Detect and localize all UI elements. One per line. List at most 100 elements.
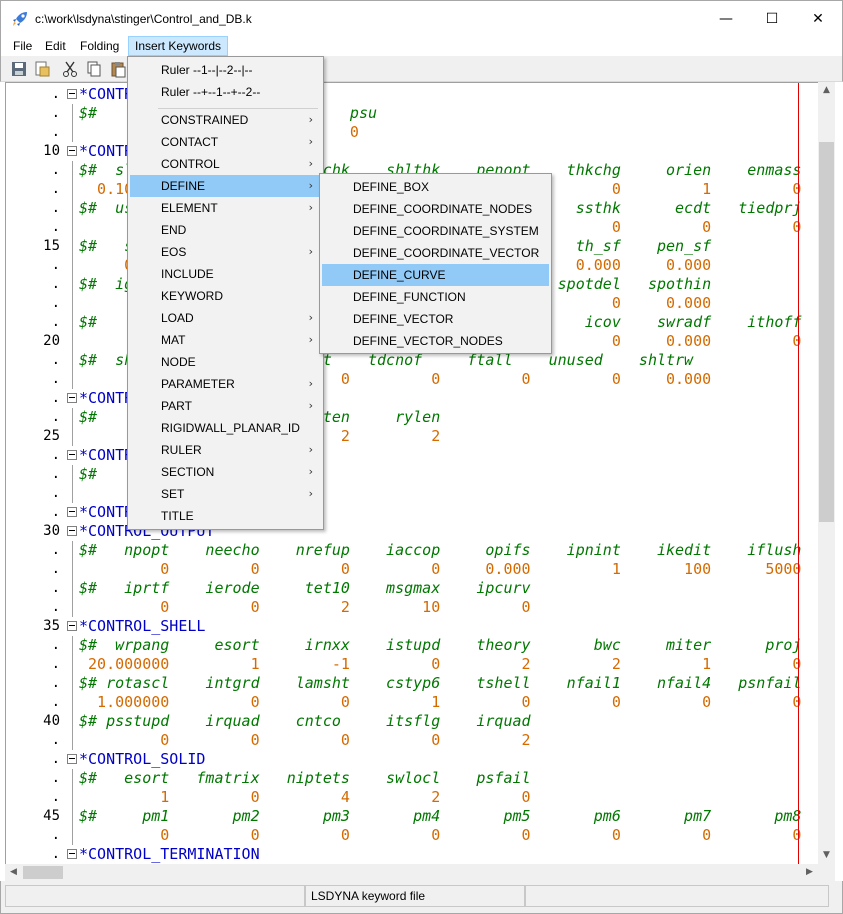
comment-token: $# rotascl intgrd lamsht cstyp6 tshell n…: [79, 674, 802, 692]
define-item-define-coordinate-nodes[interactable]: DEFINE_COORDINATE_NODES: [322, 198, 549, 220]
fold-toggle-icon[interactable]: [67, 146, 77, 156]
code-line[interactable]: . 1 0 4 2 0: [6, 788, 818, 807]
paste-icon[interactable]: [109, 60, 127, 78]
line-number: .: [51, 599, 60, 615]
fold-toggle-icon[interactable]: [67, 393, 77, 403]
insert-item-eos[interactable]: EOS ›: [130, 241, 321, 263]
insert-item-define[interactable]: DEFINE ›: [130, 175, 321, 197]
code-line[interactable]: 45 $# pm1 pm2 pm3 pm4 pm5 pm6 pm7 pm8 pm9…: [6, 807, 818, 826]
menu-folding[interactable]: Folding: [74, 36, 125, 56]
fold-toggle-icon[interactable]: [67, 526, 77, 536]
insert-item-title[interactable]: TITLE: [130, 505, 321, 527]
keyword-token: *CONTROL_SHELL: [79, 617, 206, 635]
insert-item-parameter[interactable]: PARAMETER ›: [130, 373, 321, 395]
code-line[interactable]: . 0 0 0 0 0 0 0 0 0 0: [6, 826, 818, 845]
fold-guide: [72, 351, 73, 370]
line-number: .: [51, 162, 60, 178]
fold-guide: [72, 370, 73, 389]
line-number: .: [51, 295, 60, 311]
line-number: .: [51, 86, 60, 102]
minimize-button[interactable]: —: [703, 1, 749, 37]
save-icon[interactable]: [10, 60, 28, 78]
insert-item-part[interactable]: PART ›: [130, 395, 321, 417]
insert-item-ruler[interactable]: RULER ›: [130, 439, 321, 461]
scroll-down-arrow-icon[interactable]: ▼: [818, 847, 835, 864]
copy-icon[interactable]: [85, 60, 103, 78]
define-item-define-box[interactable]: DEFINE_BOX: [322, 176, 549, 198]
insert-item-node[interactable]: NODE: [130, 351, 321, 373]
define-item-define-coordinate-system[interactable]: DEFINE_COORDINATE_SYSTEM: [322, 220, 549, 242]
insert-item-mat[interactable]: MAT ›: [130, 329, 321, 351]
cut-icon[interactable]: [61, 60, 79, 78]
line-number: .: [51, 352, 60, 368]
value-token: 0 0 0 0 0.000 1 100 5000: [79, 560, 802, 578]
fold-toggle-icon[interactable]: [67, 89, 77, 99]
code-line[interactable]: 40 $# psstupd irquad cntco itsflg irquad: [6, 712, 818, 731]
code-text: $# esort fmatrix niptets swlocl psfail: [79, 769, 531, 788]
code-line[interactable]: . $# npopt neecho nrefup iaccop opifs ipn…: [6, 541, 818, 560]
code-line[interactable]: . $# wrpang esort irnxx istupd theory bwc…: [6, 636, 818, 655]
fold-toggle-icon[interactable]: [67, 507, 77, 517]
ruler-item-1[interactable]: Ruler --1--|--2--|--: [130, 59, 321, 81]
insert-item-load[interactable]: LOAD ›: [130, 307, 321, 329]
ruler-item-2[interactable]: Ruler --+--1--+--2--: [130, 81, 321, 103]
insert-item-constrained[interactable]: CONSTRAINED ›: [130, 109, 321, 131]
code-line[interactable]: 35 *CONTROL_SHELL: [6, 617, 818, 636]
line-number: .: [51, 504, 60, 520]
define-item-define-curve[interactable]: DEFINE_CURVE: [322, 264, 549, 286]
code-line[interactable]: . $# esort fmatrix niptets swlocl psfail: [6, 769, 818, 788]
define-item-define-vector-nodes[interactable]: DEFINE_VECTOR_NODES: [322, 330, 549, 352]
insert-item-include[interactable]: INCLUDE: [130, 263, 321, 285]
fold-guide: [72, 199, 73, 218]
vertical-scroll-thumb[interactable]: [819, 142, 834, 522]
fold-toggle-icon[interactable]: [67, 754, 77, 764]
code-text: $# rotascl intgrd lamsht cstyp6 tshell n…: [79, 674, 801, 693]
status-segment-left: [5, 885, 305, 907]
fold-guide: [72, 484, 73, 503]
menu-insert-keywords[interactable]: Insert Keywords: [128, 36, 229, 56]
insert-item-element[interactable]: ELEMENT ›: [130, 197, 321, 219]
maximize-button[interactable]: ☐: [749, 1, 795, 37]
status-file-type: LSDYNA keyword file: [311, 889, 426, 903]
line-number: .: [51, 561, 60, 577]
code-line[interactable]: . 20.000000 1 -1 0 2 2 1 0: [6, 655, 818, 674]
scroll-left-arrow-icon[interactable]: ◀: [5, 864, 22, 881]
code-line[interactable]: . 0 0 2 10 0: [6, 598, 818, 617]
fold-toggle-icon[interactable]: [67, 621, 77, 631]
code-line[interactable]: . *CONTROL_SOLID: [6, 750, 818, 769]
code-line[interactable]: . *CONTROL_TERMINATION: [6, 845, 818, 864]
vertical-scrollbar[interactable]: ▲ ▼: [818, 82, 835, 864]
insert-item-control[interactable]: CONTROL ›: [130, 153, 321, 175]
insert-item-section[interactable]: SECTION ›: [130, 461, 321, 483]
title-bar: c:\work\lsdyna\stinger\Control_and_DB.k …: [0, 0, 843, 36]
fold-toggle-icon[interactable]: [67, 450, 77, 460]
code-line[interactable]: . 0 0 0 0 0.000 1 100 5000: [6, 560, 818, 579]
fold-toggle-icon[interactable]: [67, 849, 77, 859]
menu-file[interactable]: File: [7, 36, 38, 56]
submenu-arrow-icon: ›: [308, 311, 313, 324]
insert-item-end[interactable]: END: [130, 219, 321, 241]
close-button[interactable]: ✕: [795, 1, 841, 37]
code-line[interactable]: . 1.000000 0 0 1 0 0 0 0: [6, 693, 818, 712]
menu-edit[interactable]: Edit: [39, 36, 72, 56]
fold-guide: [72, 427, 73, 446]
code-line[interactable]: . 0 0 0 0 2: [6, 731, 818, 750]
code-line[interactable]: . $# iprtf ierode tet10 msgmax ipcurv: [6, 579, 818, 598]
scroll-right-arrow-icon[interactable]: ▶: [801, 864, 818, 881]
define-submenu: DEFINE_BOX DEFINE_COORDINATE_NODES DEFINE_…: [319, 173, 552, 354]
insert-item-set[interactable]: SET ›: [130, 483, 321, 505]
code-line[interactable]: . $# rotascl intgrd lamsht cstyp6 tshell …: [6, 674, 818, 693]
insert-item-contact[interactable]: CONTACT ›: [130, 131, 321, 153]
line-number: .: [51, 542, 60, 558]
code-text: 0 0 0 0 2: [79, 731, 530, 750]
menu-item-label: NODE: [161, 355, 196, 369]
scroll-up-arrow-icon[interactable]: ▲: [818, 82, 835, 99]
insert-item-rigidwall-planar-id[interactable]: RIGIDWALL_PLANAR_ID: [130, 417, 321, 439]
horizontal-scrollbar[interactable]: ◀ ▶: [5, 864, 818, 881]
define-item-define-function[interactable]: DEFINE_FUNCTION: [322, 286, 549, 308]
open-icon[interactable]: [33, 60, 51, 78]
define-item-define-coordinate-vector[interactable]: DEFINE_COORDINATE_VECTOR: [322, 242, 549, 264]
horizontal-scroll-thumb[interactable]: [23, 866, 63, 879]
insert-item-keyword[interactable]: KEYWORD: [130, 285, 321, 307]
define-item-define-vector[interactable]: DEFINE_VECTOR: [322, 308, 549, 330]
